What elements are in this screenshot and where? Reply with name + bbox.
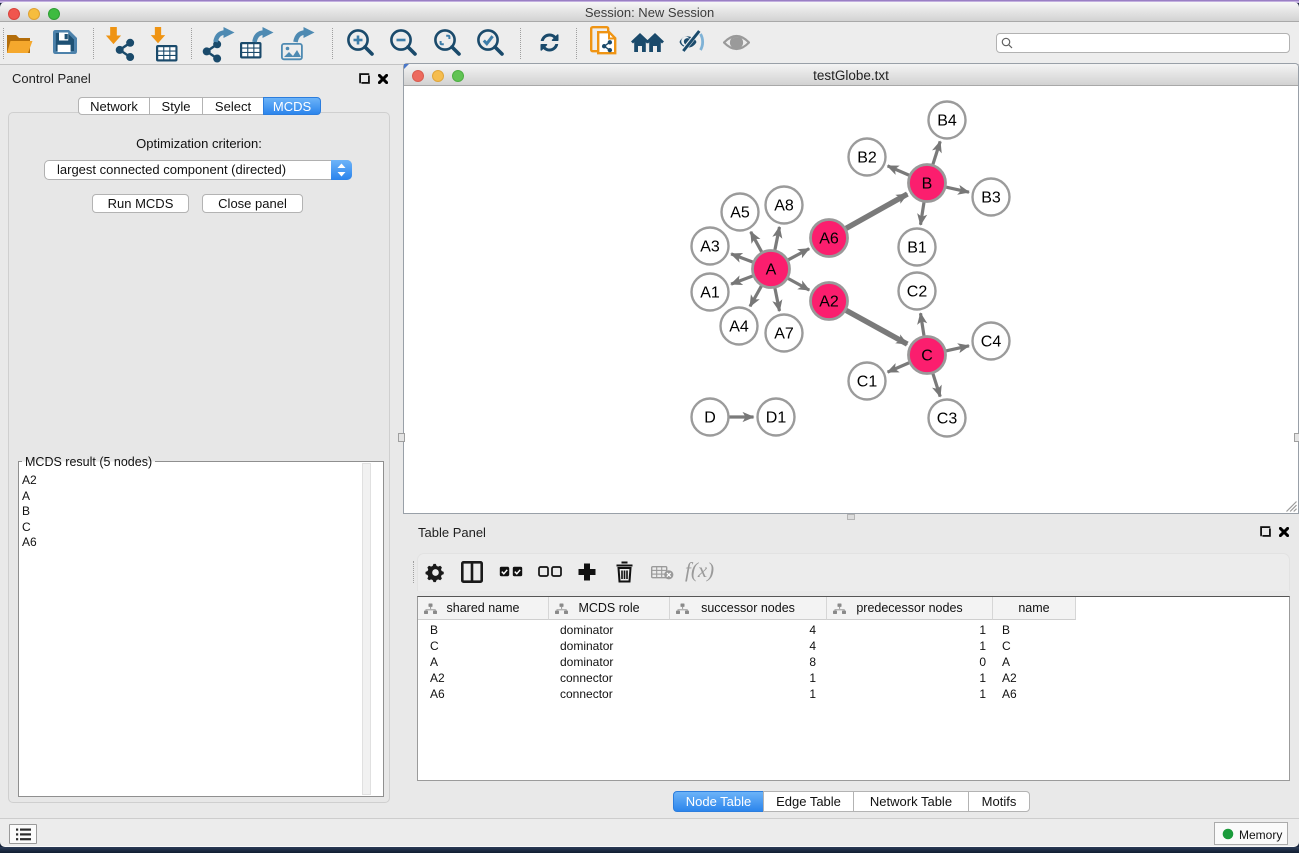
svg-text:A8: A8 [774, 198, 794, 215]
svg-text:A3: A3 [700, 239, 720, 256]
svg-text:C3: C3 [937, 411, 958, 428]
svg-text:C4: C4 [981, 334, 1002, 351]
svg-text:A1: A1 [700, 285, 720, 302]
svg-text:A2: A2 [819, 294, 839, 311]
svg-text:C: C [921, 348, 933, 365]
svg-text:B3: B3 [981, 190, 1001, 207]
svg-text:B1: B1 [907, 240, 927, 257]
svg-text:D1: D1 [766, 410, 787, 427]
svg-text:B2: B2 [857, 150, 877, 167]
svg-text:C1: C1 [857, 374, 878, 391]
svg-text:A: A [766, 262, 777, 279]
svg-text:B: B [922, 176, 933, 193]
svg-text:A7: A7 [774, 326, 794, 343]
svg-text:B4: B4 [937, 113, 957, 130]
svg-text:A4: A4 [729, 319, 749, 336]
svg-text:A5: A5 [730, 205, 750, 222]
svg-text:C2: C2 [907, 284, 928, 301]
svg-text:D: D [704, 410, 716, 427]
svg-text:A6: A6 [819, 231, 839, 248]
